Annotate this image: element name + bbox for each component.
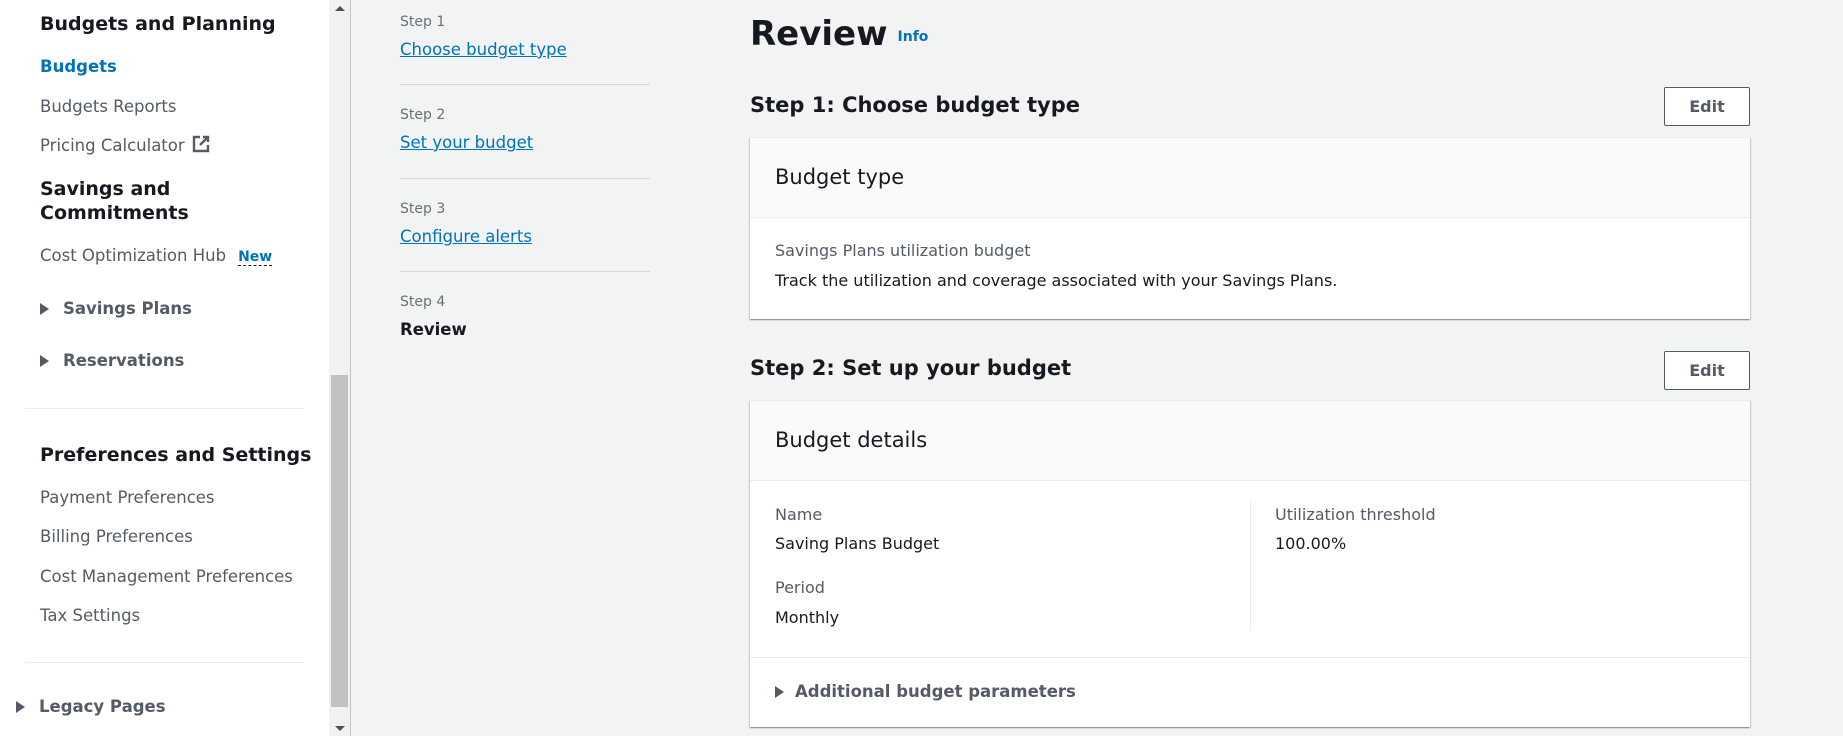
step-number: Step 1 (400, 14, 446, 30)
threshold-label: Utilization threshold (1275, 505, 1436, 524)
additional-parameters-expander[interactable]: Additional budget parameters (775, 681, 1076, 703)
scrollbar-thumb[interactable] (331, 375, 348, 707)
nav-heading-savings-line2: Commitments (40, 202, 189, 224)
scroll-up-arrow-icon[interactable] (335, 6, 345, 11)
nav-item-label: Legacy Pages (39, 697, 166, 716)
edit-step2-button[interactable]: Edit (1664, 351, 1750, 390)
nav-item-cost-optimization-hub[interactable]: Cost Optimization Hub New (40, 245, 273, 267)
threshold-value: 100.00% (1275, 534, 1347, 553)
nav-heading-budgets-and-planning: Budgets and Planning (40, 13, 276, 35)
nav-item-label: Reservations (63, 351, 185, 370)
card-header: Budget details (750, 401, 1750, 481)
external-link-icon (192, 135, 210, 159)
nav-item-budgets-reports[interactable]: Budgets Reports (40, 96, 176, 118)
side-navigation: Budgets and Planning Budgets Budgets Rep… (0, 0, 329, 736)
expander-label: Additional budget parameters (795, 682, 1076, 701)
name-label: Name (775, 505, 823, 524)
step-link-set-your-budget[interactable]: Set your budget (400, 132, 533, 154)
step-number: Step 2 (400, 107, 446, 123)
caret-right-icon (40, 303, 49, 315)
column-divider (1250, 501, 1251, 631)
step-current-review: Review (400, 320, 467, 339)
info-link[interactable]: Info (898, 29, 929, 45)
period-label: Period (775, 578, 825, 597)
name-value: Saving Plans Budget (775, 534, 940, 553)
budget-details-card: Budget details Name Saving Plans Budget … (750, 400, 1750, 727)
caret-right-icon (40, 355, 49, 367)
nav-item-label: Cost Optimization Hub (40, 246, 227, 265)
budget-type-description: Track the utilization and coverage assoc… (775, 271, 1338, 290)
scroll-down-arrow-icon[interactable] (335, 726, 345, 731)
card-divider (750, 657, 1750, 658)
nav-divider (25, 408, 304, 409)
card-title: Budget details (775, 428, 928, 452)
budget-type-card: Budget type Savings Plans utilization bu… (750, 137, 1750, 319)
nav-item-cost-management-preferences[interactable]: Cost Management Preferences (40, 566, 293, 588)
edit-step1-button[interactable]: Edit (1664, 87, 1750, 126)
nav-expand-reservations[interactable]: Reservations (40, 350, 184, 372)
card-header: Budget type (750, 138, 1750, 218)
card-title: Budget type (775, 165, 905, 189)
caret-right-icon (16, 701, 25, 713)
nav-item-label: Savings Plans (63, 299, 193, 318)
sidebar-scrollbar[interactable] (329, 0, 350, 736)
step-link-configure-alerts[interactable]: Configure alerts (400, 226, 532, 248)
nav-item-budgets[interactable]: Budgets (40, 56, 117, 78)
caret-right-icon (775, 686, 784, 698)
nav-divider (25, 662, 304, 663)
nav-heading-savings-line1: Savings and (40, 178, 171, 200)
nav-item-pricing-calculator[interactable]: Pricing Calculator (40, 135, 210, 159)
step-divider (400, 271, 650, 272)
step-divider (400, 84, 650, 85)
nav-heading-preferences: Preferences and Settings (40, 444, 312, 466)
nav-expand-legacy-pages[interactable]: Legacy Pages (16, 696, 166, 718)
nav-item-payment-preferences[interactable]: Payment Preferences (40, 487, 215, 509)
nav-item-label: Pricing Calculator (40, 136, 185, 155)
nav-item-tax-settings[interactable]: Tax Settings (40, 605, 140, 627)
page-title: Review Info (750, 12, 928, 59)
page-title-text: Review (750, 14, 888, 54)
step-link-choose-budget-type[interactable]: Choose budget type (400, 39, 567, 61)
period-value: Monthly (775, 608, 840, 627)
new-badge: New (238, 249, 273, 266)
nav-expand-savings-plans[interactable]: Savings Plans (40, 298, 192, 320)
sidebar-border (350, 0, 351, 736)
step-number: Step 3 (400, 201, 446, 217)
step-number: Step 4 (400, 294, 446, 310)
step-divider (400, 178, 650, 179)
section-heading-step2: Step 2: Set up your budget (750, 356, 1072, 380)
budget-type-name: Savings Plans utilization budget (775, 241, 1031, 260)
nav-item-billing-preferences[interactable]: Billing Preferences (40, 526, 193, 548)
section-heading-step1: Step 1: Choose budget type (750, 93, 1080, 117)
